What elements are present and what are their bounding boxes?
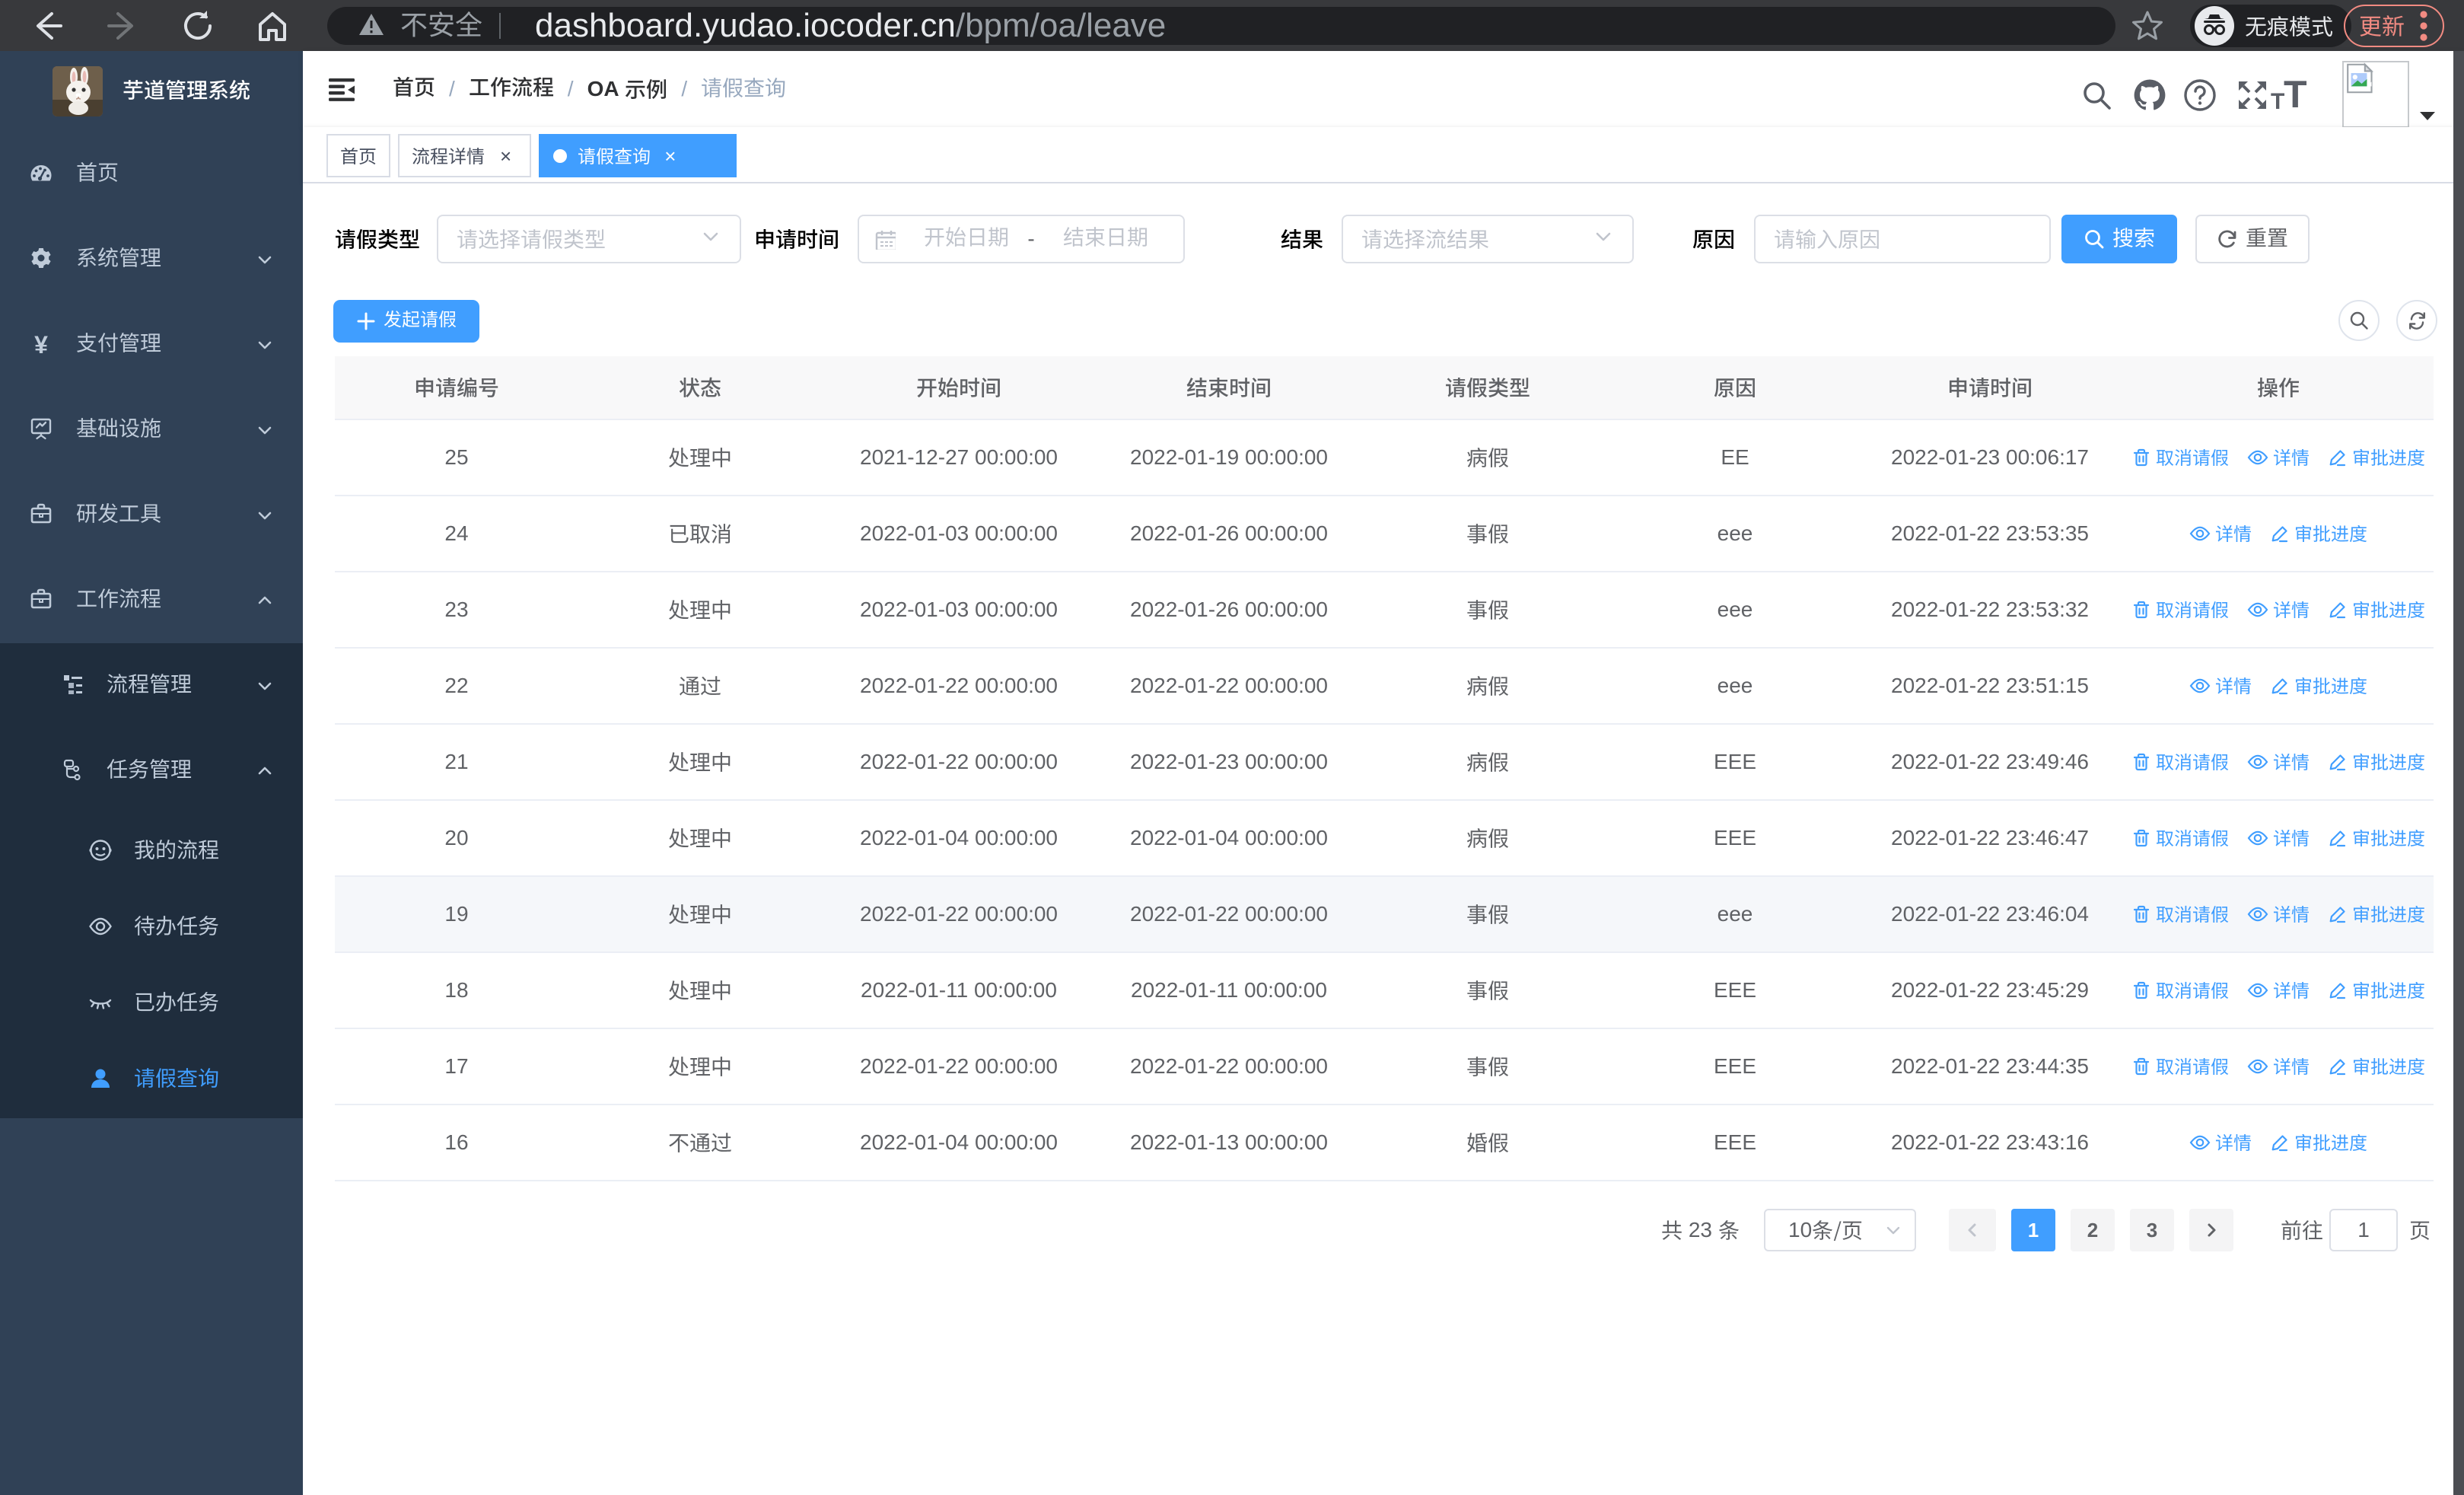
svg-text:T: T xyxy=(2271,89,2284,113)
svg-text:T: T xyxy=(2284,77,2307,113)
